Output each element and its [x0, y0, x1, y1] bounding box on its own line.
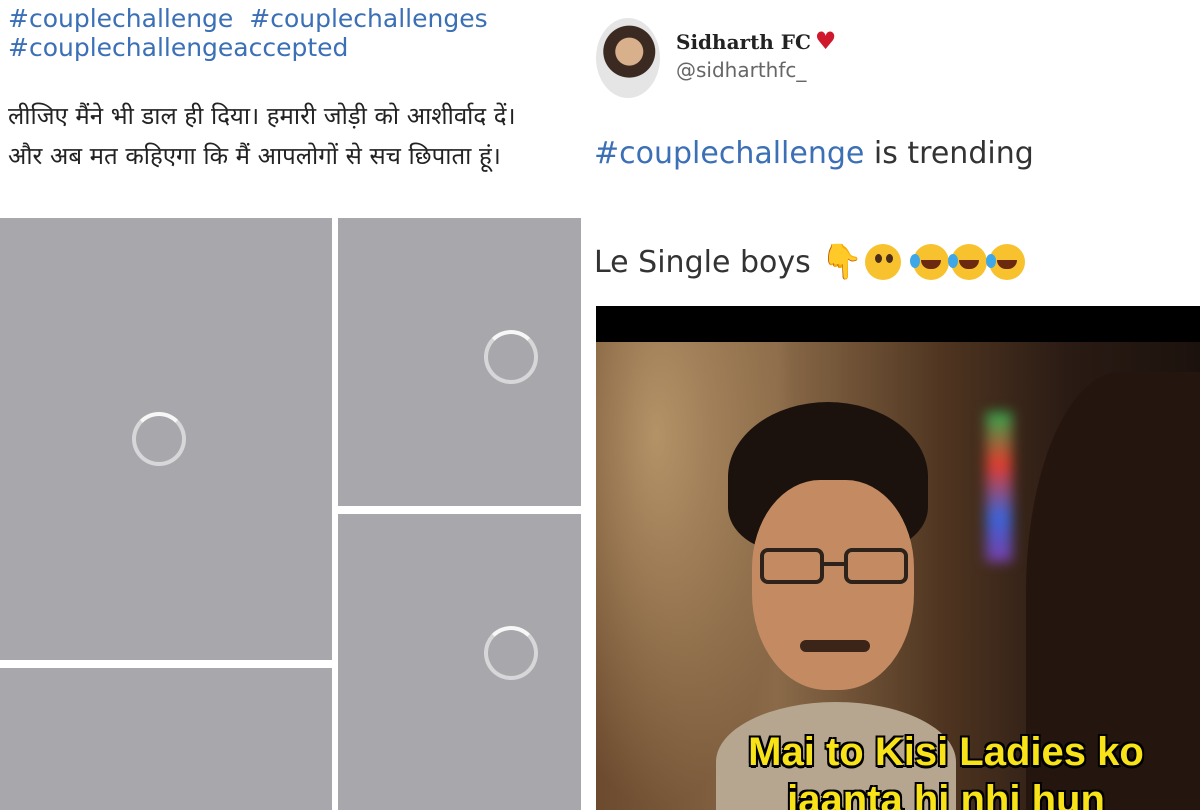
avatar[interactable] [596, 18, 660, 98]
meme-image[interactable]: Mai to Kisi Ladies ko jaanta hi nhi hun [596, 306, 1200, 810]
photo-grid [0, 218, 590, 810]
heart-icon: ♥ [814, 26, 837, 55]
rofl-emoji-icon [910, 244, 950, 280]
meme-caption: Mai to Kisi Ladies ko jaanta hi nhi hun [736, 728, 1156, 810]
trend-text: is trending [864, 136, 1034, 171]
post-text-line-1: लीजिए मैंने भी डाल ही दिया। हमारी जोड़ी … [8, 102, 516, 130]
emoji-row: 👇 [820, 242, 1026, 282]
character-mustache [800, 640, 870, 652]
loading-spinner-icon [484, 626, 538, 680]
loading-spinner-icon [484, 330, 538, 384]
hashtag-link[interactable]: #couplechallenge [8, 4, 233, 33]
meme-scene: Mai to Kisi Ladies ko jaanta hi nhi hun [596, 342, 1200, 810]
author-handle[interactable]: @sidharthfc_ [676, 58, 806, 82]
tweet-text-line-2: Le Single boys 👇 [596, 242, 1026, 282]
hashtag-link[interactable]: #couplechallengeaccepted [8, 33, 348, 62]
photo-placeholder-1[interactable] [0, 218, 332, 660]
background-colors [986, 412, 1012, 562]
author-name[interactable]: Sidharth FC ♥ [676, 26, 836, 55]
left-post: #couplechallenge #couplechallenges #coup… [0, 0, 590, 810]
hashtag-link[interactable]: #couplechallenge [596, 136, 864, 171]
meme-caption-line-1: Mai to Kisi Ladies ko [748, 730, 1144, 774]
post-text: लीजिए मैंने भी डाल ही दिया। हमारी जोड़ी … [8, 96, 588, 176]
photo-placeholder-3[interactable] [338, 514, 581, 810]
photo-placeholder-2[interactable] [338, 218, 581, 506]
tweet-text-line-1: #couplechallenge is trending [596, 136, 1034, 171]
loading-spinner-icon [132, 412, 186, 466]
meme-caption-line-2: jaanta hi nhi hun [787, 778, 1105, 810]
pointing-down-emoji-icon: 👇 [820, 242, 864, 282]
photo-placeholder-4[interactable] [0, 668, 332, 810]
rolling-eyes-emoji-icon [865, 244, 902, 280]
right-post: Sidharth FC ♥ @sidharthfc_ #couplechallen… [596, 0, 1200, 810]
rofl-emoji-icon [986, 244, 1026, 280]
author-name-text: Sidharth FC [676, 30, 811, 54]
hashtag-list: #couplechallenge #couplechallenges #coup… [8, 4, 583, 62]
glasses-icon [760, 548, 910, 588]
hashtag-link[interactable]: #couplechallenges [249, 4, 487, 33]
post-text-line-2: और अब मत कहिएगा कि मैं आपलोगों से सच छिप… [8, 142, 501, 170]
rofl-emoji-icon [948, 244, 988, 280]
single-text: Le Single boys [596, 244, 811, 280]
